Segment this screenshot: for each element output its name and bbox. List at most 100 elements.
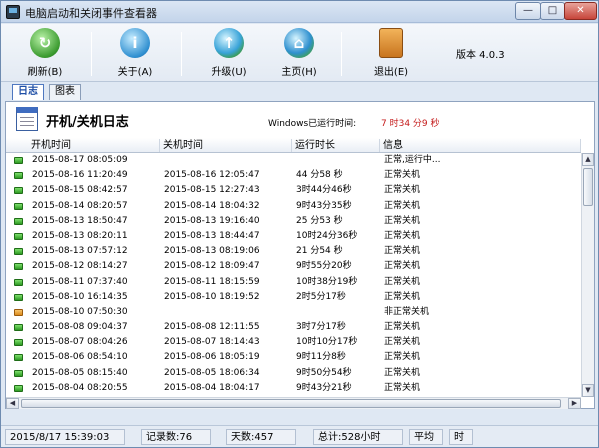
home-globe-icon: ⌂ xyxy=(284,28,314,58)
scroll-left-icon[interactable]: ◀ xyxy=(6,398,19,409)
start-time-cell: 2015-08-17 08:05:09 xyxy=(32,155,128,165)
normal-status-icon xyxy=(14,172,23,180)
normal-status-icon xyxy=(14,217,23,225)
column-header-duration[interactable]: 运行时长 xyxy=(292,139,380,152)
start-time-cell: 2015-08-05 08:15:40 xyxy=(32,367,128,378)
table-row[interactable]: 2015-08-12 08:14:27 2015-08-12 18:09:47 9时… xyxy=(6,259,581,274)
home-button[interactable]: ⌂ 主页(H) xyxy=(269,28,329,80)
column-header-info[interactable]: 信息 xyxy=(380,139,581,152)
scroll-up-icon[interactable]: ▲ xyxy=(582,153,594,166)
end-time-cell: 2015-08-15 12:27:43 xyxy=(164,185,260,196)
info-cell: 非正常关机 xyxy=(384,306,430,317)
tab-strip: 日志 图表 xyxy=(1,83,598,101)
normal-status-icon xyxy=(14,354,23,362)
status-average-unit: 时 xyxy=(449,429,473,445)
maximize-icon: □ xyxy=(547,5,558,16)
column-header-start[interactable]: 开机时间 xyxy=(28,139,160,152)
about-button[interactable]: i 关于(A) xyxy=(105,28,165,80)
info-cell: 正常关机 xyxy=(384,337,421,348)
upgrade-label: 升级(U) xyxy=(211,67,247,78)
duration-cell: 9时43分35秒 xyxy=(296,200,352,211)
end-time-cell: 2015-08-05 18:06:34 xyxy=(164,367,260,378)
end-time-cell: 2015-08-06 18:05:19 xyxy=(164,352,260,363)
exit-label: 退出(E) xyxy=(373,67,409,78)
app-window: 电脑启动和关闭事件查看器 — □ ✕ ↻ 刷新(B) i 关于(A) ↑ 升级(… xyxy=(0,0,599,448)
table-row[interactable]: 2015-08-05 08:15:40 2015-08-05 18:06:34 9时… xyxy=(6,366,581,381)
refresh-label: 刷新(B) xyxy=(27,67,63,78)
close-button[interactable]: ✕ xyxy=(564,2,597,20)
maximize-button[interactable]: □ xyxy=(540,2,565,20)
table-row[interactable]: 2015-08-11 07:37:40 2015-08-11 18:15:59 10… xyxy=(6,275,581,290)
info-cell: 正常关机 xyxy=(384,185,421,196)
start-time-cell: 2015-08-15 08:42:57 xyxy=(32,185,128,196)
toolbar-separator xyxy=(91,32,92,76)
table-row[interactable]: 2015-08-17 08:05:09 正常,运行中... xyxy=(6,153,581,168)
end-time-cell xyxy=(164,305,292,320)
horizontal-scroll-thumb[interactable] xyxy=(21,399,561,408)
status-bar: 2015/8/17 15:39:03 记录数:76 天数:457 总计:528小… xyxy=(1,425,598,447)
duration-cell: 10时38分19秒 xyxy=(296,276,358,287)
calendar-icon xyxy=(16,107,38,131)
minimize-button[interactable]: — xyxy=(515,2,541,20)
toolbar-separator xyxy=(341,32,342,76)
start-time-cell: 2015-08-07 08:04:26 xyxy=(32,337,128,348)
end-time-cell: 2015-08-10 18:19:52 xyxy=(164,291,260,302)
normal-status-icon xyxy=(14,293,23,301)
info-cell: 正常关机 xyxy=(384,367,421,378)
table-row[interactable]: 2015-08-06 08:54:10 2015-08-06 18:05:19 9时… xyxy=(6,350,581,365)
start-time-cell: 2015-08-14 08:20:57 xyxy=(32,200,128,211)
version-text: 版本 4.0.3 xyxy=(456,50,505,61)
vertical-scrollbar[interactable]: ▲ ▼ xyxy=(581,153,594,397)
close-icon: ✕ xyxy=(576,5,585,16)
table-row[interactable]: 2015-08-14 08:20:57 2015-08-14 18:04:32 9时… xyxy=(6,199,581,214)
end-time-cell: 2015-08-13 08:19:06 xyxy=(164,246,260,257)
column-header-end[interactable]: 关机时间 xyxy=(160,139,292,152)
normal-status-icon xyxy=(14,263,23,271)
minimize-icon: — xyxy=(523,5,533,16)
normal-status-icon xyxy=(14,324,23,332)
end-time-cell: 2015-08-13 18:44:47 xyxy=(164,230,260,241)
vertical-scroll-thumb[interactable] xyxy=(583,168,593,206)
title-bar[interactable]: 电脑启动和关闭事件查看器 — □ ✕ xyxy=(1,1,598,23)
duration-cell: 2时5分17秒 xyxy=(296,291,346,302)
tab-chart[interactable]: 图表 xyxy=(49,84,81,100)
status-day-count: 天数:457 xyxy=(226,429,296,445)
start-time-cell: 2015-08-16 11:20:49 xyxy=(32,170,128,181)
exit-button[interactable]: 退出(E) xyxy=(361,28,421,80)
upgrade-globe-icon: ↑ xyxy=(214,28,244,58)
normal-status-icon xyxy=(14,232,23,240)
uptime-label: Windows已运行时间: xyxy=(268,119,357,129)
end-time-cell xyxy=(164,153,292,168)
duration-cell: 9时50分54秒 xyxy=(296,367,352,378)
table-row[interactable]: 2015-08-13 18:50:47 2015-08-13 19:16:40 25… xyxy=(6,214,581,229)
table-row[interactable]: 2015-08-13 07:57:12 2015-08-13 08:19:06 21… xyxy=(6,244,581,259)
toolbar-separator xyxy=(181,32,182,76)
toolbar: ↻ 刷新(B) i 关于(A) ↑ 升级(U) ⌂ 主页(H) 退出(E) 版本… xyxy=(1,24,598,82)
table-row[interactable]: 2015-08-13 08:20:11 2015-08-13 18:44:47 10… xyxy=(6,229,581,244)
info-cell: 正常,运行中... xyxy=(384,155,441,165)
table-row[interactable]: 2015-08-08 09:04:37 2015-08-08 12:11:55 3时… xyxy=(6,320,581,335)
horizontal-scrollbar[interactable]: ◀ ▶ xyxy=(6,397,581,409)
duration-cell: 9时55分20秒 xyxy=(296,261,352,272)
duration-cell: 9时11分8秒 xyxy=(296,352,346,363)
scroll-right-icon[interactable]: ▶ xyxy=(568,398,581,409)
start-time-cell: 2015-08-11 07:37:40 xyxy=(32,276,128,287)
tab-log[interactable]: 日志 xyxy=(12,84,44,100)
upgrade-button[interactable]: ↑ 升级(U) xyxy=(199,28,259,80)
end-time-cell: 2015-08-12 18:09:47 xyxy=(164,261,260,272)
scroll-down-icon[interactable]: ▼ xyxy=(582,384,594,397)
refresh-button[interactable]: ↻ 刷新(B) xyxy=(15,28,75,80)
table-row[interactable]: 2015-08-04 08:20:55 2015-08-04 18:04:17 9时… xyxy=(6,381,581,396)
end-time-cell: 2015-08-07 18:14:43 xyxy=(164,337,260,348)
end-time-cell: 2015-08-16 12:05:47 xyxy=(164,170,260,181)
table-row[interactable]: 2015-08-15 08:42:57 2015-08-15 12:27:43 3时… xyxy=(6,183,581,198)
table-row[interactable]: 2015-08-10 16:14:35 2015-08-10 18:19:52 2时… xyxy=(6,290,581,305)
duration-cell: 44 分58 秒 xyxy=(296,170,343,181)
table-row[interactable]: 2015-08-07 08:04:26 2015-08-07 18:14:43 10… xyxy=(6,335,581,350)
table-row[interactable]: 2015-08-10 07:50:30 非正常关机 xyxy=(6,305,581,320)
info-cell: 正常关机 xyxy=(384,246,421,257)
table-row[interactable]: 2015-08-16 11:20:49 2015-08-16 12:05:47 44… xyxy=(6,168,581,183)
start-time-cell: 2015-08-10 16:14:35 xyxy=(32,291,128,302)
info-cell: 正常关机 xyxy=(384,352,421,363)
duration-cell xyxy=(296,153,380,168)
